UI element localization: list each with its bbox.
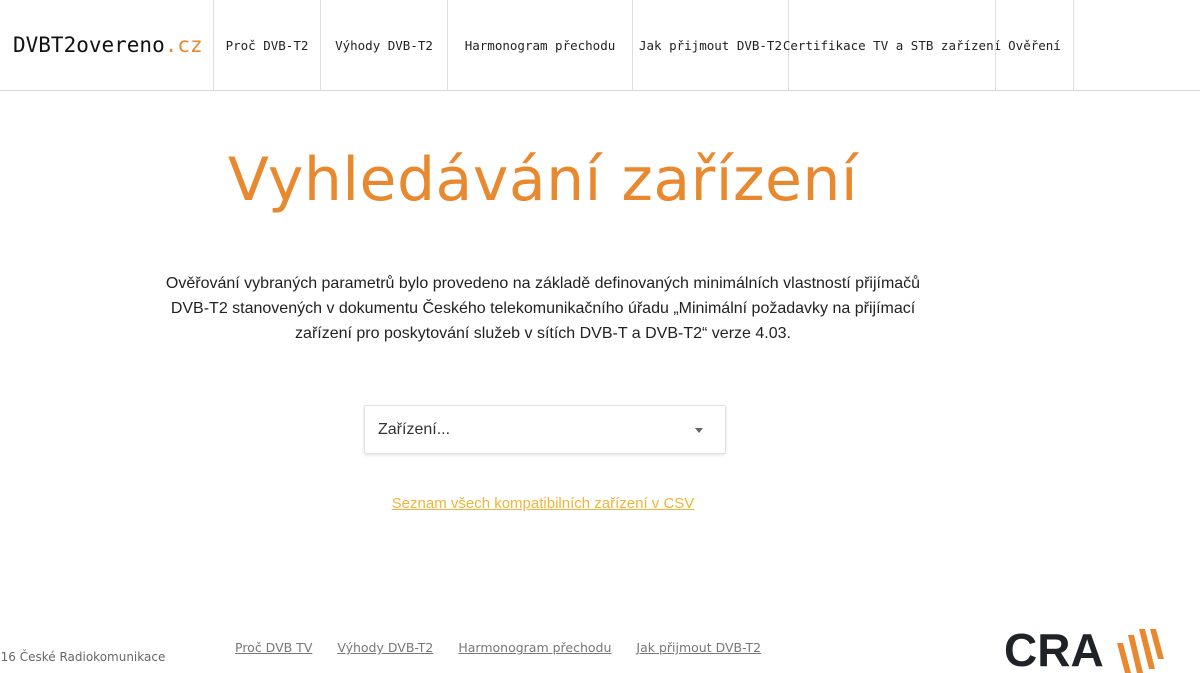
cra-logo-text: CRA — [1004, 625, 1104, 673]
nav-item-vyhody-dvb-t2[interactable]: Výhody DVB-T2 — [320, 0, 447, 90]
nav-item-certifikace[interactable]: Certifikace TV a STB zařízení — [783, 0, 1001, 90]
page: DVBT2overeno.cz Proč DVB-T2 Výhody DVB-T… — [0, 0, 1200, 673]
footer-nav: Proč DVB TV Výhody DVB-T2 Harmonogram př… — [235, 640, 786, 655]
site-logo[interactable]: DVBT2overeno.cz — [13, 33, 203, 57]
cra-logo-stripes — [1117, 629, 1164, 673]
footer-copyright: 016 České Radiokomunikace — [0, 650, 166, 664]
nav-item-harmonogram[interactable]: Harmonogram přechodu — [447, 0, 632, 90]
footer-link-harmonogram[interactable]: Harmonogram přechodu — [458, 640, 611, 655]
intro-text: Ověřování vybraných parametrů bylo prove… — [165, 275, 921, 342]
site-header: DVBT2overeno.cz Proč DVB-T2 Výhody DVB-T… — [0, 0, 1200, 91]
nav-item-overeni[interactable]: Ověření — [995, 0, 1074, 90]
nav-item-jak-prijmout[interactable]: Jak přijmout DVB-T2 — [632, 0, 788, 90]
footer-link-vyhody-dvb-t2[interactable]: Výhody DVB-T2 — [337, 640, 433, 655]
csv-link-wrapper: Seznam všech kompatibilních zařízení v C… — [0, 495, 1086, 512]
chevron-down-icon — [695, 428, 703, 433]
footer-link-proc-dvb-tv[interactable]: Proč DVB TV — [235, 640, 312, 655]
main-nav: Proč DVB-T2 Výhody DVB-T2 Harmonogram př… — [213, 0, 1074, 90]
page-title: Vyhledávání zařízení — [227, 145, 859, 215]
logo-main-text: DVBT2overeno — [13, 33, 165, 57]
nav-item-proc-dvb-t2[interactable]: Proč DVB-T2 — [213, 0, 320, 90]
footer-link-jak-prijmout[interactable]: Jak přijmout DVB-T2 — [636, 640, 761, 655]
logo-tld-text: .cz — [164, 33, 203, 57]
device-select-value: Zařízení... — [378, 421, 451, 438]
cra-logo[interactable]: CRA — [1004, 625, 1164, 673]
csv-download-link[interactable]: Seznam všech kompatibilních zařízení v C… — [392, 495, 695, 512]
device-select[interactable]: Zařízení... — [364, 405, 726, 454]
